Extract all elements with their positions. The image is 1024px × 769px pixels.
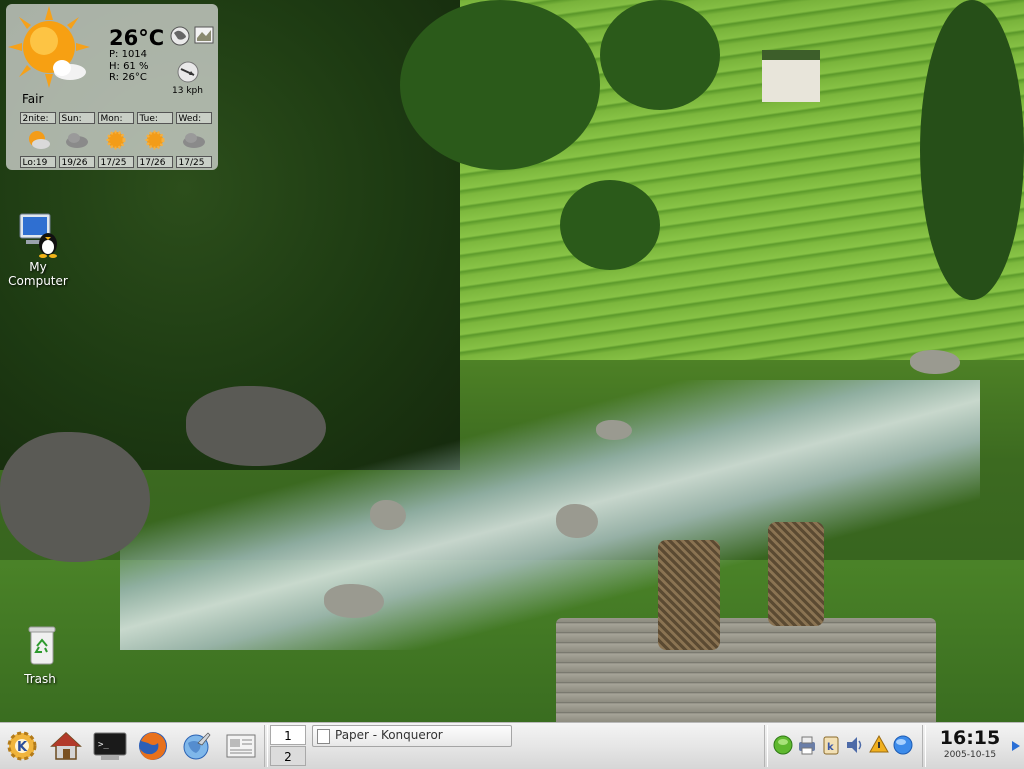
- pager-desktop-1[interactable]: 1: [270, 725, 306, 745]
- svg-text:>_: >_: [98, 740, 109, 750]
- trash-label: Trash: [24, 672, 56, 686]
- home-icon: [50, 731, 82, 760]
- firefox-button[interactable]: [133, 726, 173, 766]
- wallpaper-rock: [910, 350, 960, 374]
- forecast-day: Mon: 17/25: [96, 112, 135, 170]
- konqueror-button[interactable]: [177, 726, 217, 766]
- forecast-day-label: Mon:: [97, 112, 134, 124]
- forecast-day: Tue: 17/26: [135, 112, 174, 170]
- printer-icon[interactable]: [796, 734, 818, 756]
- forecast-day: 2nite: Lo:19: [18, 112, 57, 170]
- firefox-icon: [139, 732, 167, 760]
- forecast-temp: 19/26: [58, 156, 95, 168]
- globe-icon[interactable]: [170, 26, 190, 46]
- forecast-temp: 17/26: [136, 156, 173, 168]
- svg-text:k: k: [827, 742, 834, 753]
- task-label: Paper - Konqueror: [335, 728, 443, 742]
- forecast-day-label: 2nite:: [19, 112, 56, 124]
- network-status-icon[interactable]: [772, 734, 794, 756]
- current-temperature: 26°C: [109, 26, 165, 50]
- weather-condition: Fair: [22, 92, 44, 106]
- wallpaper-rock: [596, 420, 632, 440]
- trash-icon: [28, 626, 56, 665]
- office-button[interactable]: [221, 726, 261, 766]
- task-button-konqueror[interactable]: Paper - Konqueror: [312, 725, 512, 747]
- terminal-icon: >_: [93, 732, 127, 760]
- kmenu-button[interactable]: K: [2, 726, 42, 766]
- terminal-button[interactable]: >_: [90, 726, 130, 766]
- forecast-day-label: Tue:: [136, 112, 173, 124]
- wallpaper-tree: [920, 0, 1024, 300]
- cloud-icon: [65, 133, 88, 148]
- computer-icon: [19, 213, 57, 258]
- sun-icon: [145, 130, 164, 150]
- taskbar-separator: [922, 725, 926, 767]
- klipper-icon[interactable]: k: [820, 734, 842, 756]
- forecast-day-label: Sun:: [58, 112, 95, 124]
- cloud-icon: [182, 133, 205, 148]
- sun-cloud-icon: [8, 6, 90, 88]
- wallpaper-basket: [658, 540, 720, 650]
- humidity-value: H: 61 %: [109, 60, 149, 72]
- volume-icon[interactable]: [844, 734, 866, 756]
- wallpaper-rock: [370, 500, 406, 530]
- taskbar-separator: [764, 725, 768, 767]
- forecast-temp: 17/25: [175, 156, 212, 168]
- wallpaper-tree: [600, 0, 720, 110]
- desktop-pager: 1 2: [270, 725, 306, 767]
- wind-direction-icon: [177, 61, 199, 83]
- wallpaper-rock: [324, 584, 384, 618]
- forecast-temp: Lo:19: [19, 156, 56, 168]
- home-button[interactable]: [46, 726, 86, 766]
- moon-cloud-icon: [28, 131, 50, 149]
- document-icon: [226, 734, 256, 758]
- wallpaper-house: [762, 50, 820, 102]
- forecast-day: Sun: 19/26: [57, 112, 96, 170]
- wallpaper-rock: [0, 432, 150, 562]
- weather-widget[interactable]: 26°C P: 1014 H: 61 % R: 26°C 13 kph Fair…: [6, 4, 218, 170]
- wallpaper-rock: [556, 504, 598, 538]
- wallpaper-stone-wall: [556, 618, 936, 722]
- wallpaper-basket: [768, 522, 824, 626]
- realfeel-value: R: 26°C: [109, 72, 147, 83]
- weather-stats: P: 1014 H: 61 % R: 26°C: [109, 49, 148, 84]
- forecast-row: 2nite: Lo:19 Sun: 19/26 Mon: 17/25 Tue:: [18, 112, 214, 170]
- panel-hide-arrow-icon[interactable]: [1012, 741, 1020, 751]
- svg-text:K: K: [17, 740, 28, 755]
- my-computer-label: My Computer: [8, 260, 68, 288]
- wallpaper-bush: [560, 180, 660, 270]
- forecast-day-label: Wed:: [175, 112, 212, 124]
- page-icon: [317, 729, 330, 744]
- update-notifier-icon[interactable]: [868, 734, 890, 756]
- taskbar-separator: [264, 725, 268, 767]
- trash-shortcut[interactable]: Trash: [4, 622, 80, 686]
- pager-desktop-2[interactable]: 2: [270, 746, 306, 766]
- pressure-value: P: 1014: [109, 49, 148, 60]
- wallpaper-tree: [400, 0, 600, 170]
- clock[interactable]: 16:15 2005-10-15: [930, 727, 1010, 760]
- my-computer-shortcut[interactable]: My Computer: [0, 210, 76, 288]
- wallpaper-rock: [186, 386, 326, 466]
- kde-gear-icon: K: [7, 731, 37, 761]
- wind-speed: 13 kph: [172, 86, 203, 96]
- bluetooth-orb-icon[interactable]: [892, 734, 914, 756]
- taskbar: K >_ 1 2 Paper - Konqueror k 16:15 2005-…: [0, 722, 1024, 769]
- map-icon[interactable]: [194, 26, 214, 44]
- forecast-temp: 17/25: [97, 156, 134, 168]
- sun-icon: [106, 130, 125, 150]
- clock-date: 2005-10-15: [943, 750, 997, 760]
- forecast-day: Wed: 17/25: [174, 112, 213, 170]
- globe-browser-icon: [183, 732, 211, 760]
- clock-time: 16:15: [939, 727, 1001, 749]
